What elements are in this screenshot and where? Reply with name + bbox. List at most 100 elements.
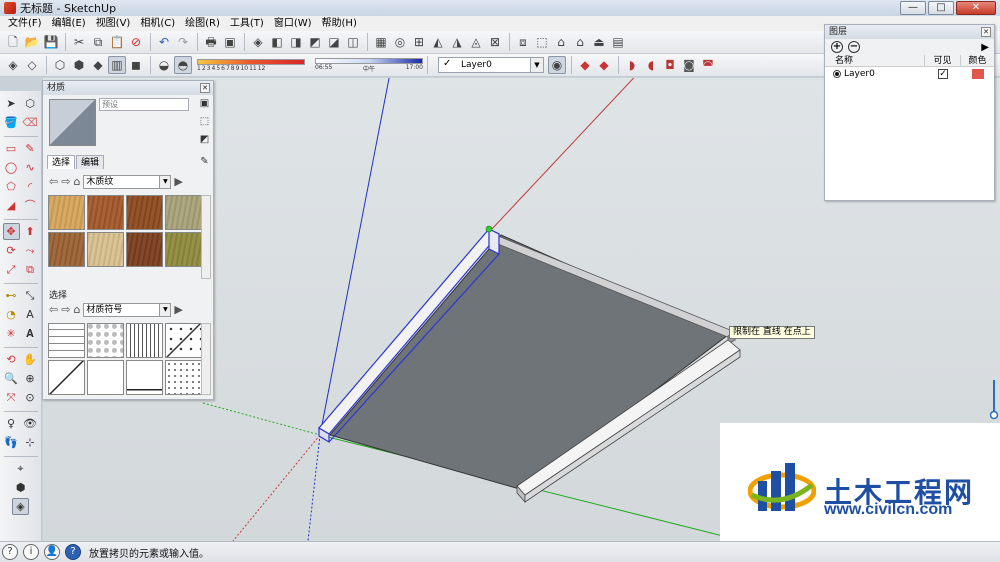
add-layer-icon[interactable]: + (831, 41, 843, 53)
rectangle-icon[interactable]: ▭ (3, 140, 20, 157)
close-icon[interactable]: ✕ (200, 83, 210, 93)
layer-visible-checkbox[interactable]: ✓ (938, 69, 948, 79)
layer-dropdown[interactable]: ✓ Layer0 ▼ (438, 57, 544, 73)
axes-icon[interactable]: ✳ (3, 325, 20, 342)
chevron-down-icon[interactable]: ▼ (530, 58, 543, 72)
material-library-select[interactable]: 木质纹 ▼ (83, 174, 172, 189)
menu-window[interactable]: 窗口(W) (269, 16, 317, 31)
active-layer-radio[interactable] (833, 70, 841, 78)
eraser-icon[interactable]: ⌫ (22, 114, 39, 131)
pattern-dots2-swatch[interactable] (165, 360, 202, 395)
geo-location-icon[interactable]: ? (2, 544, 18, 560)
paint-style1-icon[interactable]: ◆ (576, 56, 594, 74)
pencil-icon[interactable]: ✎ (22, 140, 39, 157)
col-color[interactable]: 颜色 (961, 55, 994, 66)
circle-icon[interactable]: ◯ (3, 159, 20, 176)
paste-icon[interactable]: 📋 (108, 33, 126, 51)
house-icon[interactable]: ⌂ (552, 33, 570, 51)
stamp-icon[interactable]: ◮ (448, 33, 466, 51)
chevron-down-icon[interactable]: ▼ (159, 303, 171, 316)
menu-draw[interactable]: 绘图(R) (180, 16, 225, 31)
close-icon[interactable]: ✕ (981, 27, 991, 37)
polygon-icon[interactable]: ⬠ (3, 178, 20, 195)
new-icon[interactable]: 🗋 (4, 33, 22, 51)
wood-swatch[interactable] (87, 232, 124, 267)
position-camera-icon[interactable]: ♀ (3, 415, 20, 432)
look-around-icon[interactable]: 👁 (22, 415, 39, 432)
wood-swatch[interactable] (165, 195, 202, 230)
erase-icon[interactable]: ⊘ (127, 33, 145, 51)
shaded-textures-icon[interactable]: ▥ (108, 56, 126, 74)
previous-view-icon[interactable]: ⊙ (22, 389, 39, 406)
section-plane-icon[interactable]: ⊹ (22, 434, 39, 451)
pattern-line-bottom-swatch[interactable] (126, 360, 163, 395)
warehouse-icon[interactable]: ⧈ (514, 33, 532, 51)
select-arrow-icon[interactable]: ➤ (3, 95, 20, 112)
paint-style2-icon[interactable]: ◆ (595, 56, 613, 74)
maximize-button[interactable]: □ (928, 1, 954, 15)
house2-icon[interactable]: ⌂ (571, 33, 589, 51)
tab-edit[interactable]: 编辑 (76, 155, 105, 169)
home-icon[interactable]: ⌂ (73, 303, 80, 316)
redo-icon[interactable]: ↷ (174, 33, 192, 51)
drape-icon[interactable]: ◬ (467, 33, 485, 51)
wood-swatch[interactable] (126, 232, 163, 267)
tool-a-icon[interactable]: ◗ (623, 56, 641, 74)
menu-file[interactable]: 文件(F) (3, 16, 47, 31)
open-icon[interactable]: 📂 (23, 33, 41, 51)
delete-layer-icon[interactable]: − (848, 41, 860, 53)
pan-icon[interactable]: ✋ (22, 351, 39, 368)
shadows-icon[interactable]: ◒ (155, 56, 173, 74)
tool-d-icon[interactable]: ◙ (680, 56, 698, 74)
col-name[interactable]: 名称 (825, 55, 925, 66)
create-material-icon[interactable]: ⬚ (198, 115, 211, 128)
front-view-icon[interactable]: ◨ (287, 33, 305, 51)
components-icon[interactable]: ⬚ (533, 33, 551, 51)
backedge-icon[interactable]: ◇ (23, 56, 41, 74)
layer-color-chip[interactable] (971, 69, 984, 79)
wood-swatch[interactable] (126, 195, 163, 230)
rotate-icon[interactable]: ⟳ (3, 242, 20, 259)
pie-icon[interactable]: ◢ (3, 197, 20, 214)
sandbox-tool-icon[interactable]: ⬢ (12, 479, 29, 496)
tab-select[interactable]: 选择 (47, 155, 76, 169)
tape-measure-icon[interactable]: ⊷ (3, 287, 20, 304)
wood-swatch[interactable] (165, 232, 202, 267)
arc-icon[interactable]: ◜ (22, 178, 39, 195)
symbol-scrollbar[interactable] (201, 323, 211, 395)
layer-manager-icon[interactable]: ◉ (548, 56, 566, 74)
wood-swatch[interactable] (48, 232, 85, 267)
menu-tools[interactable]: 工具(T) (225, 16, 269, 31)
text-icon[interactable]: A (22, 306, 39, 323)
help-icon[interactable]: ? (65, 544, 81, 560)
offset-icon[interactable]: ⧉ (22, 261, 39, 278)
arc2-icon[interactable]: ⌒ (22, 197, 39, 214)
model-info-icon[interactable]: ▣ (221, 33, 239, 51)
smoove-icon[interactable]: ◭ (429, 33, 447, 51)
back-view-icon[interactable]: ◪ (325, 33, 343, 51)
right-view-icon[interactable]: ◩ (306, 33, 324, 51)
freehand-icon[interactable]: ∿ (22, 159, 39, 176)
dimension-icon[interactable]: ⤡ (22, 287, 39, 304)
left-wall-end[interactable] (488, 228, 500, 255)
left-view-icon[interactable]: ◫ (344, 33, 362, 51)
menu-camera[interactable]: 相机(C) (135, 16, 180, 31)
xray-icon[interactable]: ◈ (4, 56, 22, 74)
zoom-slider-knob[interactable] (989, 410, 999, 420)
tool-b-icon[interactable]: ◖ (642, 56, 660, 74)
details-arrow-icon[interactable]: ▶ (981, 42, 989, 53)
pattern-lines-swatch[interactable] (126, 323, 163, 358)
back-arrow-icon[interactable]: ⇦ (49, 303, 58, 316)
print-icon[interactable]: 🖶 (202, 33, 220, 51)
zoom-icon[interactable]: 🔍 (3, 370, 20, 387)
pattern-bricks-swatch[interactable] (48, 323, 85, 358)
layer-row[interactable]: Layer0 ✓ (825, 67, 994, 81)
save-icon[interactable]: 💾 (42, 33, 60, 51)
wood-swatch[interactable] (48, 195, 85, 230)
details-arrow-icon[interactable]: ▶ (174, 175, 182, 188)
mesh-icon[interactable]: ⊞ (410, 33, 428, 51)
details-arrow-icon[interactable]: ▶ (174, 303, 182, 316)
wood-swatch[interactable] (87, 195, 124, 230)
back-arrow-icon[interactable]: ⇦ (49, 175, 58, 188)
building-icon[interactable]: ▤ (609, 33, 627, 51)
